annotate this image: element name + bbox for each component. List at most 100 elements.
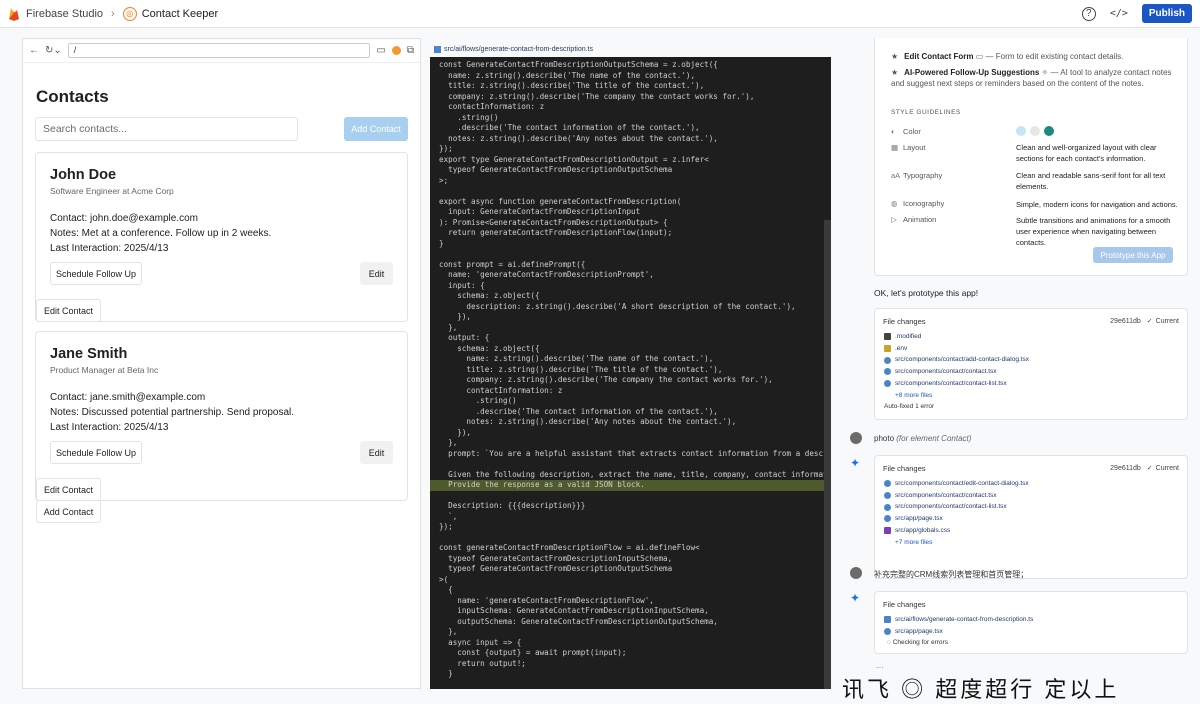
prototype-app-button[interactable]: Prototype this App xyxy=(1093,247,1173,263)
assistant-message: OK, let's prototype this app! xyxy=(874,288,979,298)
contact-email: Contact: john.doe@example.com xyxy=(50,213,199,224)
brand-breadcrumb[interactable]: Firebase Studio xyxy=(26,8,103,20)
url-input[interactable]: / xyxy=(67,43,371,58)
file-item[interactable]: src/components/contact/add-contact-dialo… xyxy=(884,354,1029,366)
edit-contact-button[interactable]: Edit Contact xyxy=(36,299,101,322)
help-icon[interactable]: ? xyxy=(1081,6,1096,21)
code-editor: src/ai/flows/generate-contact-from-descr… xyxy=(430,42,831,689)
app-preview: ← ↻⌄ / ▭ ⧉ Contacts Search contacts... A… xyxy=(22,38,421,689)
style-label: ▦ Layout xyxy=(891,143,926,152)
firebase-logo-icon xyxy=(9,7,19,21)
editor-tab[interactable]: src/ai/flows/generate-contact-from-descr… xyxy=(430,42,831,57)
file-changes-title: File changes xyxy=(883,600,926,609)
devices-icon[interactable]: ▭ xyxy=(376,45,385,56)
style-label: aA Typography xyxy=(891,171,943,180)
publish-button[interactable]: Publish xyxy=(1141,4,1192,23)
user-message: 补充完整的CRM线索列表管理和首页管理； xyxy=(874,570,1029,579)
file-changes-card[interactable]: File changes src/ai/flows/generate-conta… xyxy=(874,591,1188,654)
open-external-icon[interactable]: ⧉ xyxy=(407,45,414,56)
commit-hash: 29e611db ✓ Current xyxy=(1110,318,1179,325)
contact-name: Jane Smith xyxy=(50,346,128,362)
code-area[interactable]: const GenerateContactFromDescriptionOutp… xyxy=(430,57,831,689)
code-text: const GenerateContactFromDescriptionOutp… xyxy=(430,60,831,680)
gemini-sparkle-icon: ✦ xyxy=(850,456,861,470)
color-swatch xyxy=(1044,126,1054,136)
file-item[interactable]: src/components/contact/contact.tsx xyxy=(884,366,1029,378)
contact-card: John Doe Software Engineer at Acme Corp … xyxy=(35,152,408,322)
user-message: photo (for element Contact) xyxy=(874,434,972,443)
overlay-watermark-text: 讯飞 ◎ 超度超行 定以上 xyxy=(842,677,1120,702)
style-value: Clean and readable sans-serif font for a… xyxy=(1016,171,1166,191)
typing-indicator: ··· xyxy=(876,663,884,672)
favicon-icon[interactable] xyxy=(391,46,401,55)
file-item[interactable]: src/app/globals.css xyxy=(884,525,1029,537)
contact-role: Product Manager at Beta Inc xyxy=(50,365,159,375)
editor-tab-path: src/ai/flows/generate-contact-from-descr… xyxy=(444,46,593,53)
chevron-right-icon: › xyxy=(111,7,115,20)
app-blueprint-card: ★ Edit Contact Form ▭ — Form to edit exis… xyxy=(874,38,1188,276)
reload-icon[interactable]: ↻⌄ xyxy=(45,45,62,56)
highlighted-line: Provide the response as a valid JSON blo… xyxy=(430,480,831,491)
sparkle-icon: ✧ xyxy=(1041,68,1049,77)
app-name-breadcrumb[interactable]: Contact Keeper xyxy=(142,8,218,20)
topbar-actions: ? </> Publish xyxy=(1081,4,1192,23)
check-icon: ✓ xyxy=(1146,465,1153,472)
more-files-link[interactable]: +7 more files xyxy=(895,537,1029,549)
style-guidelines-title: STYLE GUIDELINES xyxy=(891,109,961,116)
typography-icon: aA xyxy=(891,171,901,180)
file-item[interactable]: src/components/contact/edit-contact-dial… xyxy=(884,478,1029,490)
animation-icon: ▷ xyxy=(891,215,897,224)
typescript-file-icon xyxy=(434,46,441,53)
more-files-link[interactable]: +8 more files xyxy=(895,390,1029,402)
contact-role: Software Engineer at Acme Corp xyxy=(50,186,174,196)
back-arrow-icon[interactable]: ← xyxy=(29,45,39,56)
contact-last-interaction: Last Interaction: 2025/4/13 xyxy=(50,243,169,254)
code-toggle-icon[interactable]: </> xyxy=(1110,8,1128,19)
spinner-icon: ◌ xyxy=(887,639,891,647)
color-swatch xyxy=(1030,126,1040,136)
user-avatar xyxy=(850,432,862,444)
style-value: Simple, modern icons for navigation and … xyxy=(1016,200,1178,209)
contact-last-interaction: Last Interaction: 2025/4/13 xyxy=(50,422,169,433)
gemini-sparkle-icon: ✦ xyxy=(850,591,861,605)
style-label: ▷ Animation xyxy=(891,215,937,224)
contact-notes: Notes: Discussed potential partnership. … xyxy=(50,407,295,418)
style-value: Subtle transitions and animations for a … xyxy=(1016,216,1171,247)
contacts-page: Contacts Search contacts... Add Contact … xyxy=(23,87,420,501)
commit-hash: 29e611db ✓ Current xyxy=(1110,465,1179,472)
contact-email: Contact: jane.smith@example.com xyxy=(50,392,206,403)
file-item[interactable]: .modified xyxy=(884,331,1029,343)
color-swatches xyxy=(1016,126,1054,136)
feature-item: ★ Edit Contact Form ▭ — Form to edit exis… xyxy=(891,52,1124,61)
file-item[interactable]: src/components/contact/contact-list.tsx xyxy=(884,378,1029,390)
file-changes-card[interactable]: File changes 29e611db ✓ Current src/compon… xyxy=(874,455,1188,579)
style-value: Clean and well-organized layout with cle… xyxy=(1016,143,1157,163)
schedule-follow-up-button[interactable]: Schedule Follow Up xyxy=(50,262,142,285)
edit-button[interactable]: Edit xyxy=(360,441,393,464)
contact-card: Jane Smith Product Manager at Beta Inc C… xyxy=(35,331,408,501)
add-contact-button[interactable]: Add Contact xyxy=(344,117,408,141)
form-icon: ▭ xyxy=(975,52,984,61)
add-contact-bottom-button[interactable]: Add Contact xyxy=(36,500,101,523)
palette-icon: ◐ xyxy=(891,127,896,136)
star-icon: ★ xyxy=(891,52,899,61)
file-item[interactable]: src/components/contact/contact.tsx xyxy=(884,490,1029,502)
file-item[interactable]: src/app/page.tsx xyxy=(884,513,1029,525)
file-item[interactable]: .env xyxy=(884,343,1029,355)
iconography-icon: ◍ xyxy=(891,199,898,208)
app-icon: ◎ xyxy=(122,6,137,21)
edit-contact-button[interactable]: Edit Contact xyxy=(36,478,101,501)
checking-status: ◌ Checking for errors xyxy=(887,639,948,647)
color-swatch xyxy=(1016,126,1026,136)
schedule-follow-up-button[interactable]: Schedule Follow Up xyxy=(50,441,142,464)
check-icon: ✓ xyxy=(1146,318,1153,325)
file-item[interactable]: src/ai/flows/generate-contact-from-descr… xyxy=(884,614,1033,626)
feature-item: ★ AI-Powered Follow-Up Suggestions ✧ — AI… xyxy=(891,68,1172,88)
edit-button[interactable]: Edit xyxy=(360,262,393,285)
file-item[interactable]: src/components/contact/contact-list.tsx xyxy=(884,501,1029,513)
file-changes-card[interactable]: File changes 29e611db ✓ Current .modified … xyxy=(874,308,1188,420)
search-input[interactable]: Search contacts... xyxy=(35,117,298,141)
contact-notes: Notes: Met at a conference. Follow up in… xyxy=(50,228,272,239)
editor-scrollbar[interactable] xyxy=(824,220,831,689)
file-item[interactable]: src/app/page.tsx xyxy=(884,626,1033,638)
